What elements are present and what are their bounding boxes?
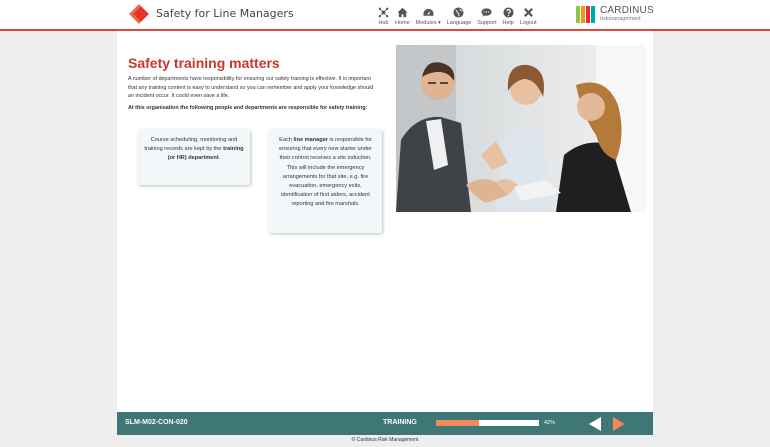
nav-modules[interactable]: Modules ▾ (416, 6, 441, 26)
nav-label: Modules ▾ (415, 20, 441, 26)
nav-label: Help (502, 20, 514, 26)
nav-logout[interactable]: Logout (520, 6, 537, 26)
nav-hub[interactable]: Hub (378, 6, 389, 26)
logo-bar (591, 6, 595, 23)
chat-icon (481, 6, 492, 18)
close-icon (523, 6, 534, 18)
help-icon (503, 6, 514, 18)
nav-label: Logout (519, 20, 537, 26)
section-label: TRAINING (383, 419, 417, 426)
nav-label: Hub (378, 20, 389, 26)
card-text: . (218, 155, 221, 162)
card-text: Each (279, 137, 294, 143)
logo-text: CARDINUS riskmanagement (600, 6, 654, 23)
nav-language[interactable]: Language (447, 6, 471, 26)
brand[interactable]: Safety for Line Managers (129, 4, 294, 24)
nav-label: Support (477, 20, 497, 26)
responsibility-intro: At this organisation the following peopl… (128, 105, 368, 111)
info-card-training-department: Course scheduling, monitoring and traini… (138, 130, 250, 185)
logo-bar (581, 6, 585, 23)
info-card-line-manager: Each line manager is responsible for ens… (269, 130, 382, 233)
intro-text: A number of departments have responsibil… (128, 76, 374, 100)
copyright: © Cardinus Risk Management (351, 437, 419, 443)
logo-name: CARDINUS (600, 5, 654, 16)
progress-bar (436, 420, 539, 426)
header: Safety for Line Managers Hub Home Module… (0, 0, 770, 31)
progress-fill (436, 420, 480, 426)
brand-logo-icon (129, 4, 149, 24)
logo-bar (576, 6, 580, 23)
content-panel: Safety training matters A number of depa… (117, 31, 653, 412)
footer-bar: SLM-M02-CON-020 TRAINING 42% (117, 412, 653, 435)
globe-icon (453, 6, 465, 18)
page-title: Safety training matters (128, 55, 280, 71)
office-handshake-photo (396, 45, 646, 212)
next-button[interactable] (613, 417, 625, 431)
cardinus-logo: CARDINUS riskmanagement (576, 6, 654, 23)
app-title: Safety for Line Managers (156, 6, 294, 20)
nav-label: Home (395, 20, 410, 26)
top-nav: Hub Home Modules ▾ Language Support Help… (378, 6, 543, 26)
logo-bars-icon (576, 6, 596, 23)
progress-percent: 42% (544, 420, 556, 426)
dashboard-icon (423, 6, 434, 18)
nav-home[interactable]: Home (395, 6, 410, 26)
logo-bar (586, 6, 590, 23)
card-highlight: line manager (293, 137, 328, 143)
screen-code: SLM-M02-CON-020 (125, 419, 188, 426)
previous-button[interactable] (589, 417, 601, 431)
nav-label: Language (446, 20, 472, 26)
nav-support[interactable]: Support (477, 6, 497, 26)
nav-help[interactable]: Help (503, 6, 514, 26)
home-icon (397, 6, 408, 18)
card-text: is responsible for ensuring that every n… (279, 137, 372, 208)
hub-icon (378, 6, 389, 18)
logo-subtitle: riskmanagement (600, 16, 641, 22)
